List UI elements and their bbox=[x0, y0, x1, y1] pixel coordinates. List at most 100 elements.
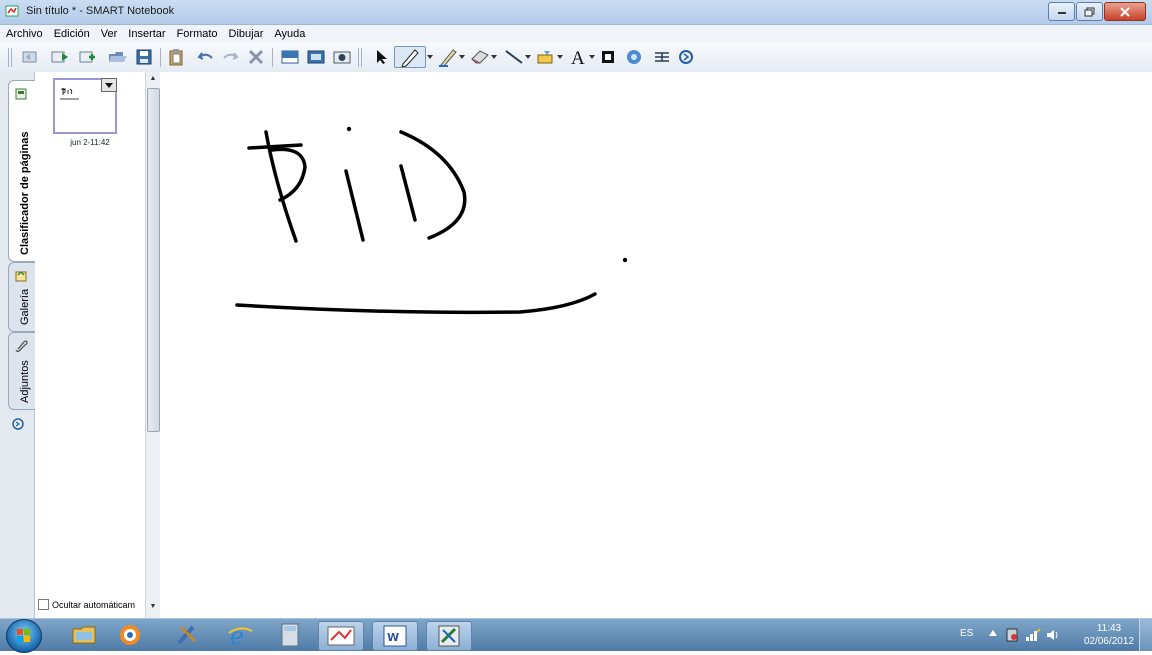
redo-button[interactable] bbox=[220, 47, 240, 67]
pen-tool-button[interactable] bbox=[394, 46, 426, 68]
scroll-up-arrow[interactable]: ▲ bbox=[148, 75, 158, 85]
properties-button[interactable] bbox=[624, 47, 644, 67]
tab-attachments-label: Adjuntos bbox=[19, 360, 31, 403]
taskbar-internet-explorer-button[interactable]: e bbox=[218, 621, 262, 649]
page-sorter-panel: jun 2-11:42 ‹ Ocultar automáticam bbox=[35, 72, 154, 618]
fill-icon bbox=[602, 51, 614, 63]
next-page-icon bbox=[51, 51, 68, 63]
page-thumbnail-menu-button[interactable] bbox=[101, 78, 117, 92]
show-desktop-button[interactable] bbox=[1139, 619, 1152, 651]
shape-tool-dropdown[interactable] bbox=[556, 47, 564, 67]
line-tool-dropdown[interactable] bbox=[524, 47, 532, 67]
toolbar-separator bbox=[160, 48, 161, 67]
tab-gallery[interactable]: Galería bbox=[8, 262, 35, 332]
screen-shade-button[interactable] bbox=[280, 47, 300, 67]
text-tool-button[interactable]: A bbox=[568, 47, 588, 67]
sidebar-toggle-icon[interactable] bbox=[12, 418, 24, 430]
paperclip-icon bbox=[15, 340, 28, 352]
toolbar-separator bbox=[11, 48, 12, 67]
minimize-button[interactable] bbox=[1048, 2, 1075, 21]
undo-button[interactable] bbox=[196, 47, 216, 67]
ink-stroke-underline bbox=[235, 292, 597, 315]
start-button[interactable] bbox=[6, 619, 42, 653]
line-tool-button[interactable] bbox=[504, 47, 524, 67]
menu-insertar[interactable]: Insertar bbox=[122, 28, 170, 40]
pen-icon bbox=[401, 49, 419, 67]
save-button[interactable] bbox=[134, 47, 154, 67]
camera-icon bbox=[333, 51, 351, 64]
taskbar: e W ES 11:43 02/06/2012 bbox=[0, 618, 1152, 653]
redo-icon bbox=[223, 52, 239, 60]
close-icon bbox=[1120, 6, 1130, 17]
eraser-dropdown[interactable] bbox=[490, 47, 498, 67]
ink-dot-stray bbox=[622, 257, 628, 263]
show-hidden-icons-icon[interactable] bbox=[989, 630, 997, 636]
taskbar-smart-tools-button[interactable] bbox=[426, 621, 472, 651]
delete-button[interactable] bbox=[246, 47, 266, 67]
svg-text:e: e bbox=[230, 623, 244, 647]
taskbar-calculator-button[interactable] bbox=[268, 621, 312, 649]
pen-tool-dropdown[interactable] bbox=[426, 47, 434, 67]
vertical-scrollbar[interactable]: ▲ ▼ bbox=[145, 72, 160, 618]
minimize-icon bbox=[1057, 11, 1066, 14]
autohide-checkbox[interactable] bbox=[38, 599, 49, 610]
menu-ayuda[interactable]: Ayuda bbox=[268, 28, 310, 40]
select-tool-button[interactable] bbox=[372, 47, 392, 67]
add-page-button[interactable] bbox=[78, 47, 98, 67]
network-icon[interactable] bbox=[1025, 628, 1041, 642]
creative-pen-icon bbox=[439, 49, 457, 67]
text-tool-dropdown[interactable] bbox=[588, 47, 596, 67]
undo-icon bbox=[197, 52, 213, 60]
menu-ver[interactable]: Ver bbox=[95, 28, 123, 40]
open-button[interactable] bbox=[108, 47, 128, 67]
line-icon bbox=[505, 50, 523, 64]
smart-tools-icon bbox=[438, 625, 460, 647]
full-screen-button[interactable] bbox=[306, 47, 326, 67]
creative-pen-dropdown[interactable] bbox=[458, 47, 466, 67]
scrollbar-thumb[interactable] bbox=[147, 88, 160, 432]
ink-stroke-i bbox=[344, 169, 365, 242]
tab-page-sorter-label: Clasificador de páginas bbox=[19, 131, 31, 255]
page-thumbnail[interactable] bbox=[53, 78, 117, 134]
taskbar-tools-button[interactable] bbox=[166, 621, 210, 649]
taskbar-explorer-button[interactable] bbox=[62, 621, 106, 649]
volume-icon[interactable] bbox=[1045, 628, 1061, 642]
tab-attachments[interactable]: Adjuntos bbox=[8, 332, 35, 410]
menu-dibujar[interactable]: Dibujar bbox=[223, 28, 269, 40]
autohide-option[interactable]: Ocultar automáticam bbox=[38, 599, 135, 610]
taskbar-word-button[interactable]: W bbox=[372, 621, 418, 651]
capture-button[interactable] bbox=[332, 47, 352, 67]
shape-tool-button[interactable] bbox=[536, 47, 556, 67]
ink-stroke-d-stem bbox=[399, 164, 417, 222]
eraser-button[interactable] bbox=[470, 47, 490, 67]
ink-drawing bbox=[235, 126, 628, 315]
close-button[interactable] bbox=[1104, 2, 1146, 21]
next-page-button[interactable] bbox=[50, 47, 70, 67]
expand-circle-icon bbox=[679, 50, 693, 64]
fill-button[interactable] bbox=[598, 47, 618, 67]
smart-notebook-app-icon bbox=[5, 5, 19, 17]
action-center-icon[interactable] bbox=[1005, 627, 1019, 643]
clock[interactable]: 11:43 02/06/2012 bbox=[1084, 622, 1134, 648]
table-button[interactable] bbox=[652, 47, 672, 67]
tab-page-sorter[interactable]: Clasificador de páginas bbox=[8, 80, 35, 262]
menu-archivo[interactable]: Archivo bbox=[0, 28, 48, 40]
menu-formato[interactable]: Formato bbox=[171, 28, 223, 40]
more-options-button[interactable] bbox=[676, 47, 696, 67]
taskbar-media-player-button[interactable] bbox=[108, 621, 152, 649]
paste-button[interactable] bbox=[166, 47, 186, 67]
dropdown-arrow-icon bbox=[427, 55, 433, 59]
previous-page-button[interactable] bbox=[20, 47, 40, 67]
scroll-down-arrow[interactable]: ▼ bbox=[148, 603, 158, 613]
menu-edicion[interactable]: Edición bbox=[48, 28, 95, 40]
whiteboard-canvas[interactable] bbox=[160, 72, 1152, 618]
media-player-icon bbox=[120, 625, 140, 645]
taskbar-smart-notebook-button[interactable] bbox=[318, 621, 364, 651]
creative-pen-button[interactable] bbox=[438, 47, 458, 67]
paste-icon bbox=[169, 49, 183, 66]
eraser-icon bbox=[471, 50, 489, 64]
restore-button[interactable] bbox=[1076, 2, 1103, 21]
add-page-icon bbox=[79, 51, 95, 63]
folder-open-icon bbox=[109, 52, 127, 62]
language-indicator[interactable]: ES bbox=[960, 628, 973, 639]
